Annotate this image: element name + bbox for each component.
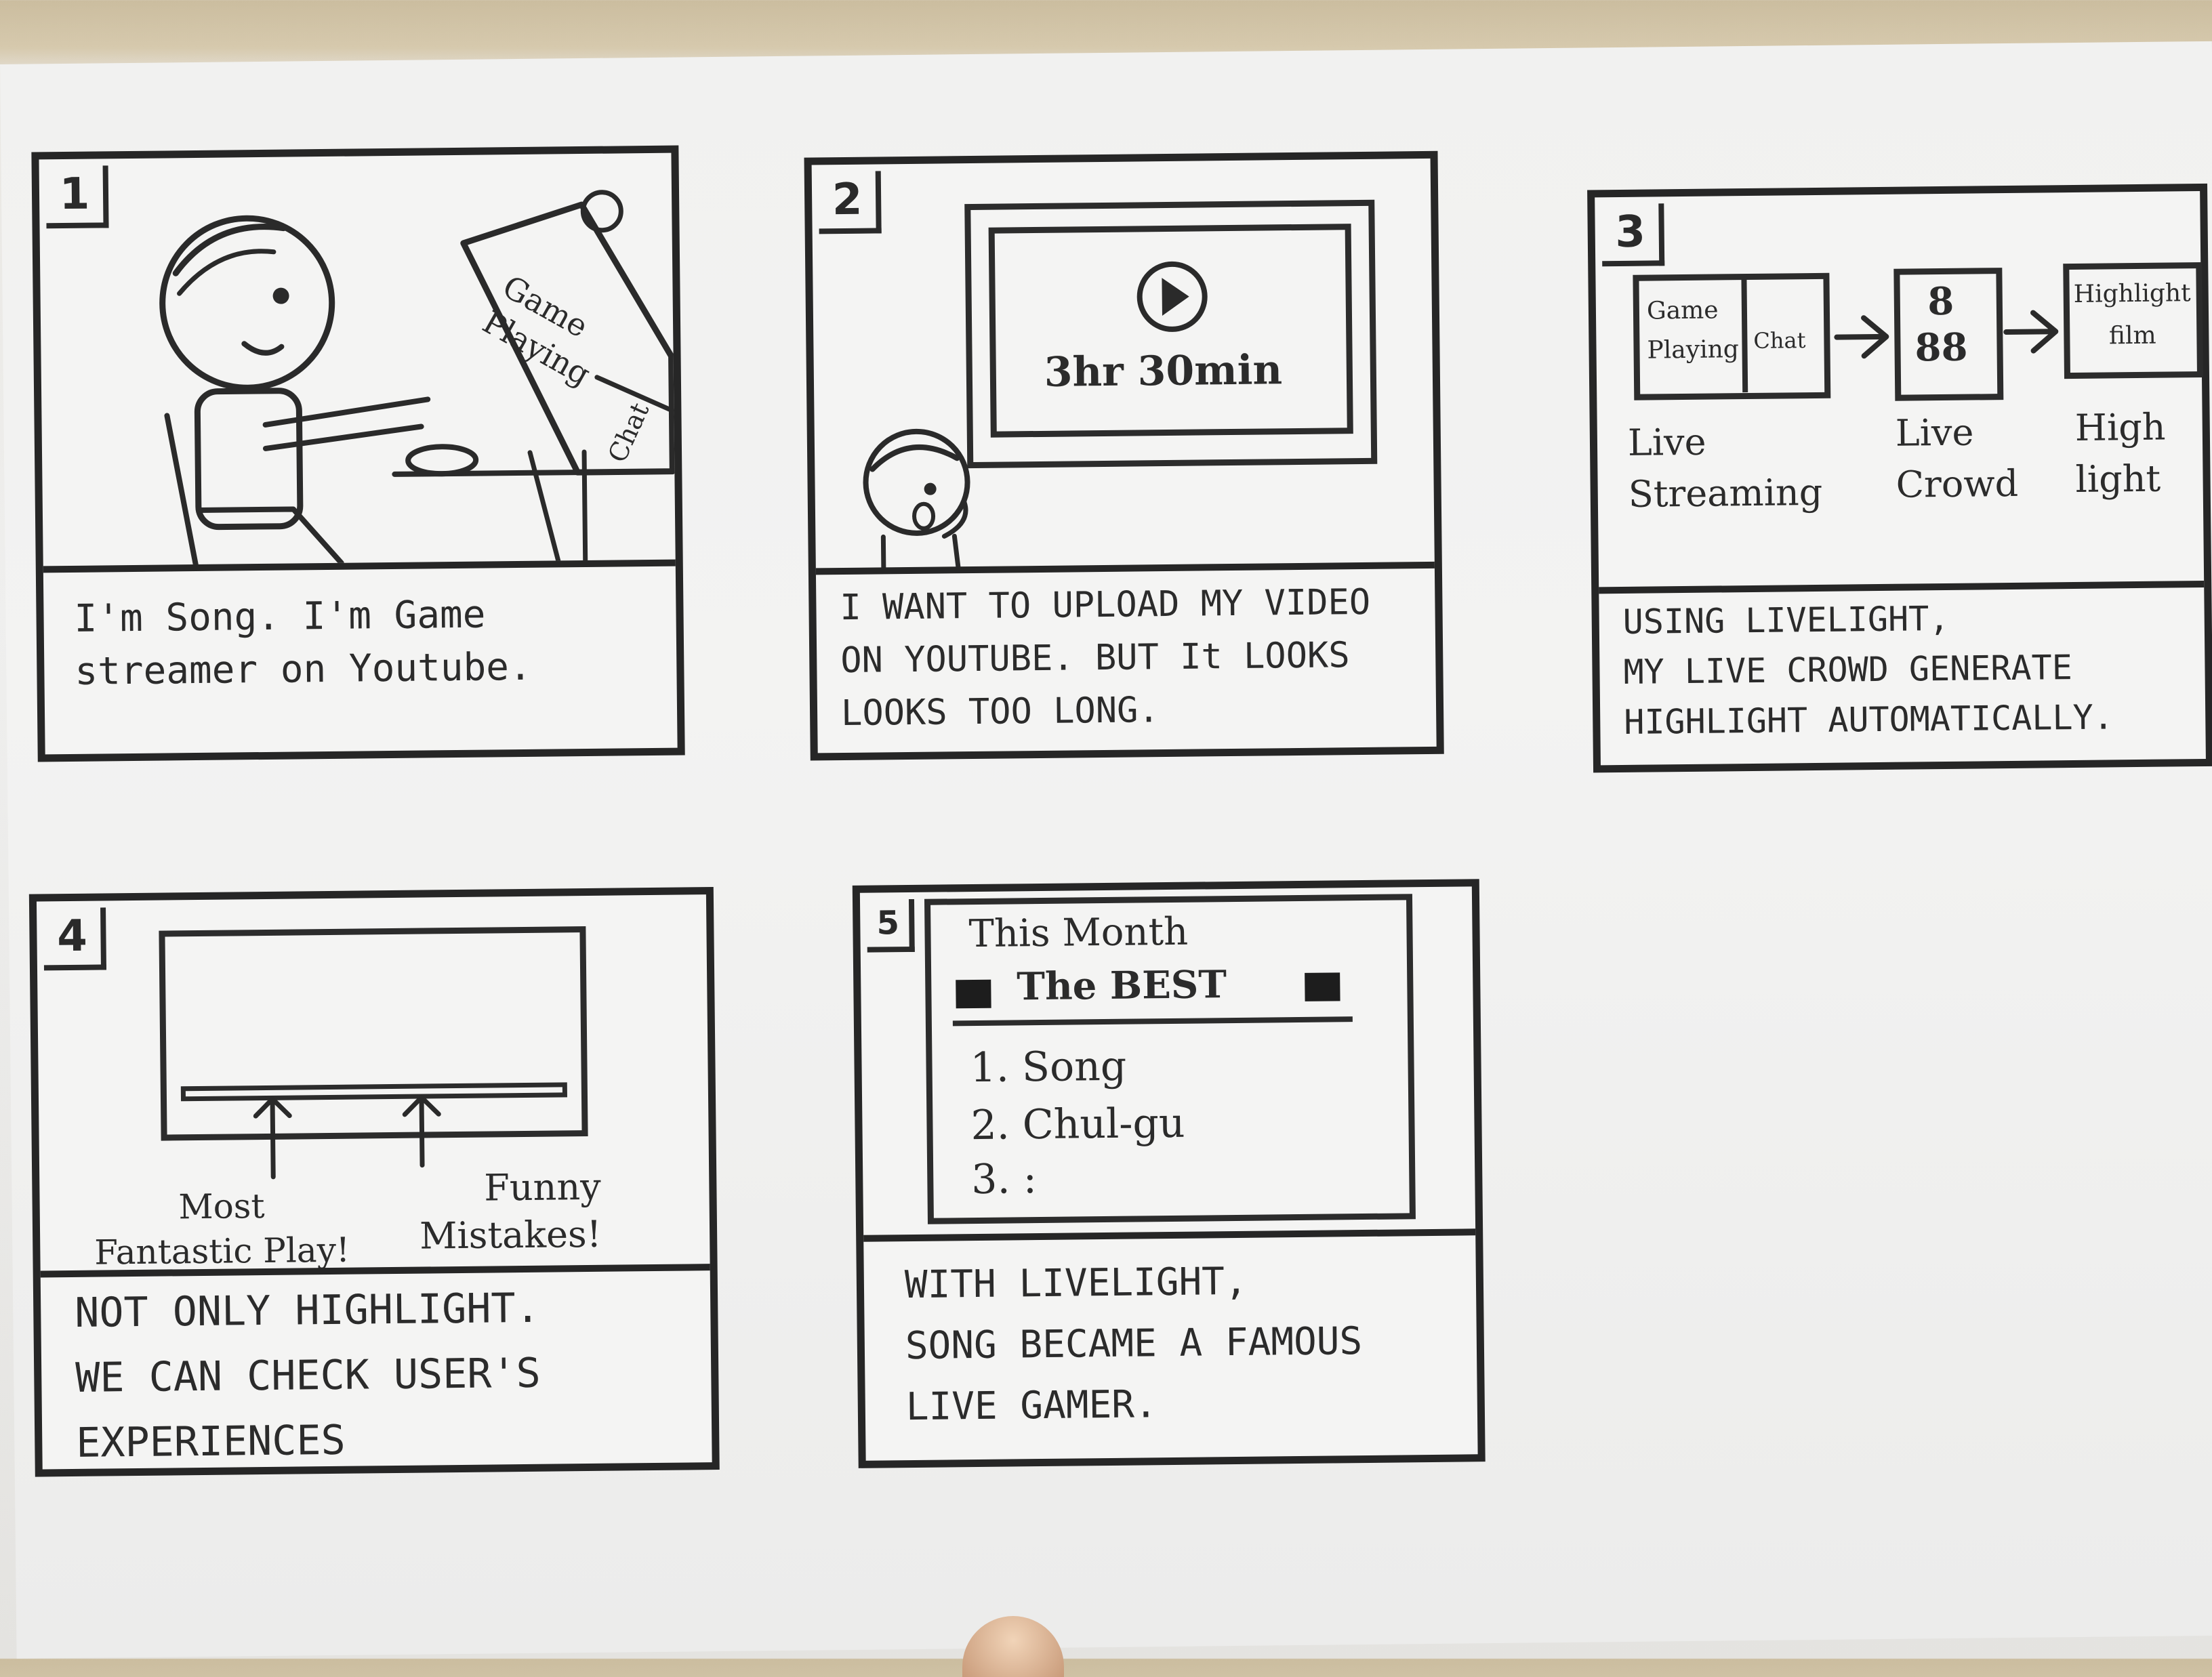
person-eye bbox=[272, 287, 289, 304]
flow-box-1-text: Game Playing bbox=[1646, 296, 1740, 365]
arrow-icon bbox=[1834, 315, 1889, 359]
marker-label-fantastic-play: Most Fantastic Play! bbox=[94, 1186, 350, 1272]
storyboard-paper: 1 Game Playing Chat I'm Song. I'm Game s… bbox=[0, 41, 2212, 1659]
computer-mouse bbox=[405, 444, 479, 477]
flow-label-highlight: High light bbox=[2074, 405, 2166, 501]
storyboard-panel-5: 5 This Month The BEST 1. Song 2. Chul-gu… bbox=[852, 879, 1486, 1468]
panel-number: 5 bbox=[866, 898, 915, 953]
panel-caption: I'm Song. I'm Game streamer on Youtube. bbox=[74, 592, 532, 694]
storyboard-panel-1: 1 Game Playing Chat I'm Song. I'm Game s… bbox=[31, 145, 685, 762]
marker-label-funny-mistakes: Funny Mistakes! bbox=[419, 1165, 602, 1258]
ranking-item-2: 2. Chul-gu bbox=[970, 1099, 1185, 1150]
video-duration: 3hr 30min bbox=[1044, 346, 1283, 396]
play-icon bbox=[1136, 261, 1208, 332]
flow-label-live-crowd: Live Crowd bbox=[1895, 411, 2019, 506]
panel-number: 2 bbox=[818, 171, 882, 234]
storyboard-panel-2: 2 3hr 30min I WANT TO UPLOAD MY VIDEO ON… bbox=[804, 150, 1444, 761]
panel-caption: NOT ONLY HIGHLIGHT. WE CAN CHECK USER'S … bbox=[74, 1284, 541, 1467]
flow-box-2-text: 8 88 bbox=[1914, 278, 1968, 371]
worried-streamer-illustration bbox=[863, 428, 970, 570]
ranking-heading-flag-left bbox=[956, 979, 991, 1009]
ranking-heading-flag-right bbox=[1305, 972, 1340, 1001]
ranking-heading-line2: The BEST bbox=[1016, 962, 1227, 1010]
panel-number: 3 bbox=[1601, 203, 1665, 267]
panel-caption: WITH LIVELIGHT, SONG BECAME A FAMOUS LIV… bbox=[904, 1259, 1363, 1430]
panel-caption: USING LIVELIGHT, MY LIVE CROWD GENERATE … bbox=[1622, 598, 2114, 742]
flow-label-live-streaming: Live Streaming bbox=[1627, 420, 1823, 516]
panel-divider bbox=[863, 1228, 1476, 1242]
arrow-icon bbox=[2003, 310, 2059, 354]
ranking-heading-line1: This Month bbox=[968, 909, 1189, 957]
flow-box-3-text: Highlight film bbox=[2073, 279, 2191, 350]
panel-number: 4 bbox=[43, 907, 107, 971]
ranking-item-3: 3. : bbox=[970, 1155, 1038, 1204]
ranking-item-1: 1. Song bbox=[970, 1042, 1127, 1092]
panel-caption: I WANT TO UPLOAD MY VIDEO ON YOUTUBE. BU… bbox=[840, 581, 1371, 734]
storyboard-panel-4: 4 Most Fantastic Play! Funny Mistakes! N… bbox=[28, 887, 720, 1477]
person-head bbox=[159, 215, 335, 391]
storyboard-panel-3: 3 Game Playing Chat 8 88 Highlight film … bbox=[1587, 183, 2212, 773]
flow-box-1-side-text: Chat bbox=[1753, 327, 1806, 354]
